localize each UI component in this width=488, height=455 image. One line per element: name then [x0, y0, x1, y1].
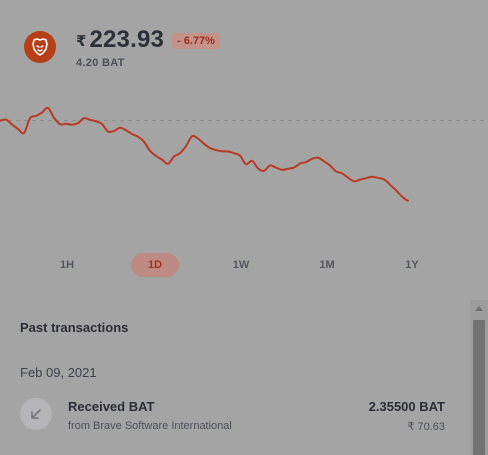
- asset-price: 223.93: [89, 26, 165, 53]
- transaction-title: Received BAT: [68, 399, 155, 414]
- price-change-badge: - 6.77%: [172, 33, 220, 49]
- transactions-heading: Past transactions: [20, 320, 129, 335]
- transaction-fiat-value: ₹ 70.63: [407, 421, 445, 433]
- asset-header: ₹ 223.93 - 6.77% 4.20 BAT: [0, 0, 488, 90]
- transaction-row[interactable]: Received BAT from Brave Software Interna…: [0, 392, 470, 442]
- scroll-up-arrow-icon[interactable]: [475, 306, 483, 311]
- brave-lion-icon: [24, 31, 56, 63]
- timeframe-selector: 1H 1D 1W 1M 1Y: [0, 253, 488, 277]
- timeframe-1h-button[interactable]: 1H: [43, 253, 91, 277]
- transaction-subtitle: from Brave Software International: [68, 420, 232, 432]
- scrollbar[interactable]: [470, 300, 488, 455]
- price-chart[interactable]: [0, 100, 488, 210]
- arrow-down-left-icon: [20, 398, 52, 430]
- timeframe-1d-button[interactable]: 1D: [131, 253, 179, 277]
- transaction-date: Feb 09, 2021: [20, 365, 97, 380]
- timeframe-1w-button[interactable]: 1W: [217, 253, 265, 277]
- scrollbar-thumb[interactable]: [473, 320, 485, 455]
- currency-symbol: ₹: [76, 32, 87, 50]
- chart-price-line: [0, 106, 409, 202]
- price-row: ₹ 223.93 - 6.77%: [76, 26, 220, 54]
- asset-balance: 4.20 BAT: [76, 57, 125, 69]
- timeframe-1m-button[interactable]: 1M: [303, 253, 351, 277]
- transaction-amount: 2.35500 BAT: [368, 399, 445, 414]
- timeframe-1y-button[interactable]: 1Y: [388, 253, 436, 277]
- transactions-panel: Past transactions Feb 09, 2021 Received …: [0, 300, 470, 455]
